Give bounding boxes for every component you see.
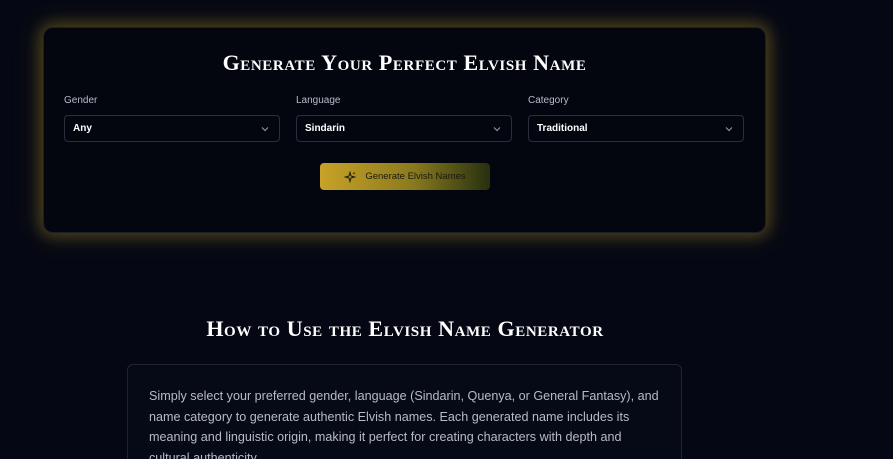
name-generator-card: Generate Your Perfect Elvish Name Gender… [43, 27, 766, 233]
language-select[interactable]: Sindarin [296, 115, 512, 142]
category-select-value: Traditional [537, 123, 588, 134]
chevron-down-icon [492, 124, 502, 134]
how-to-info-box: Simply select your preferred gender, lan… [127, 364, 682, 459]
language-field: Language Sindarin [296, 95, 512, 142]
gender-label: Gender [64, 95, 98, 106]
gender-select[interactable]: Any [64, 115, 280, 142]
generator-title: Generate Your Perfect Elvish Name [222, 50, 587, 75]
chevron-down-icon [260, 124, 270, 134]
gender-select-value: Any [73, 123, 92, 134]
language-label: Language [296, 95, 341, 106]
category-label: Category [528, 95, 569, 106]
sparkles-icon [344, 170, 357, 183]
page: Generate Your Perfect Elvish Name Gender… [0, 0, 893, 459]
chevron-down-icon [724, 124, 734, 134]
language-select-value: Sindarin [305, 123, 346, 134]
gender-field: Gender Any [64, 95, 280, 142]
how-to-title: How to Use the Elvish Name Generator [206, 316, 604, 341]
generate-names-button[interactable]: Generate Elvish Names [320, 163, 490, 190]
how-to-text: Simply select your preferred gender, lan… [149, 389, 659, 459]
category-field: Category Traditional [528, 95, 744, 142]
category-select[interactable]: Traditional [528, 115, 744, 142]
generate-button-label: Generate Elvish Names [365, 171, 466, 182]
